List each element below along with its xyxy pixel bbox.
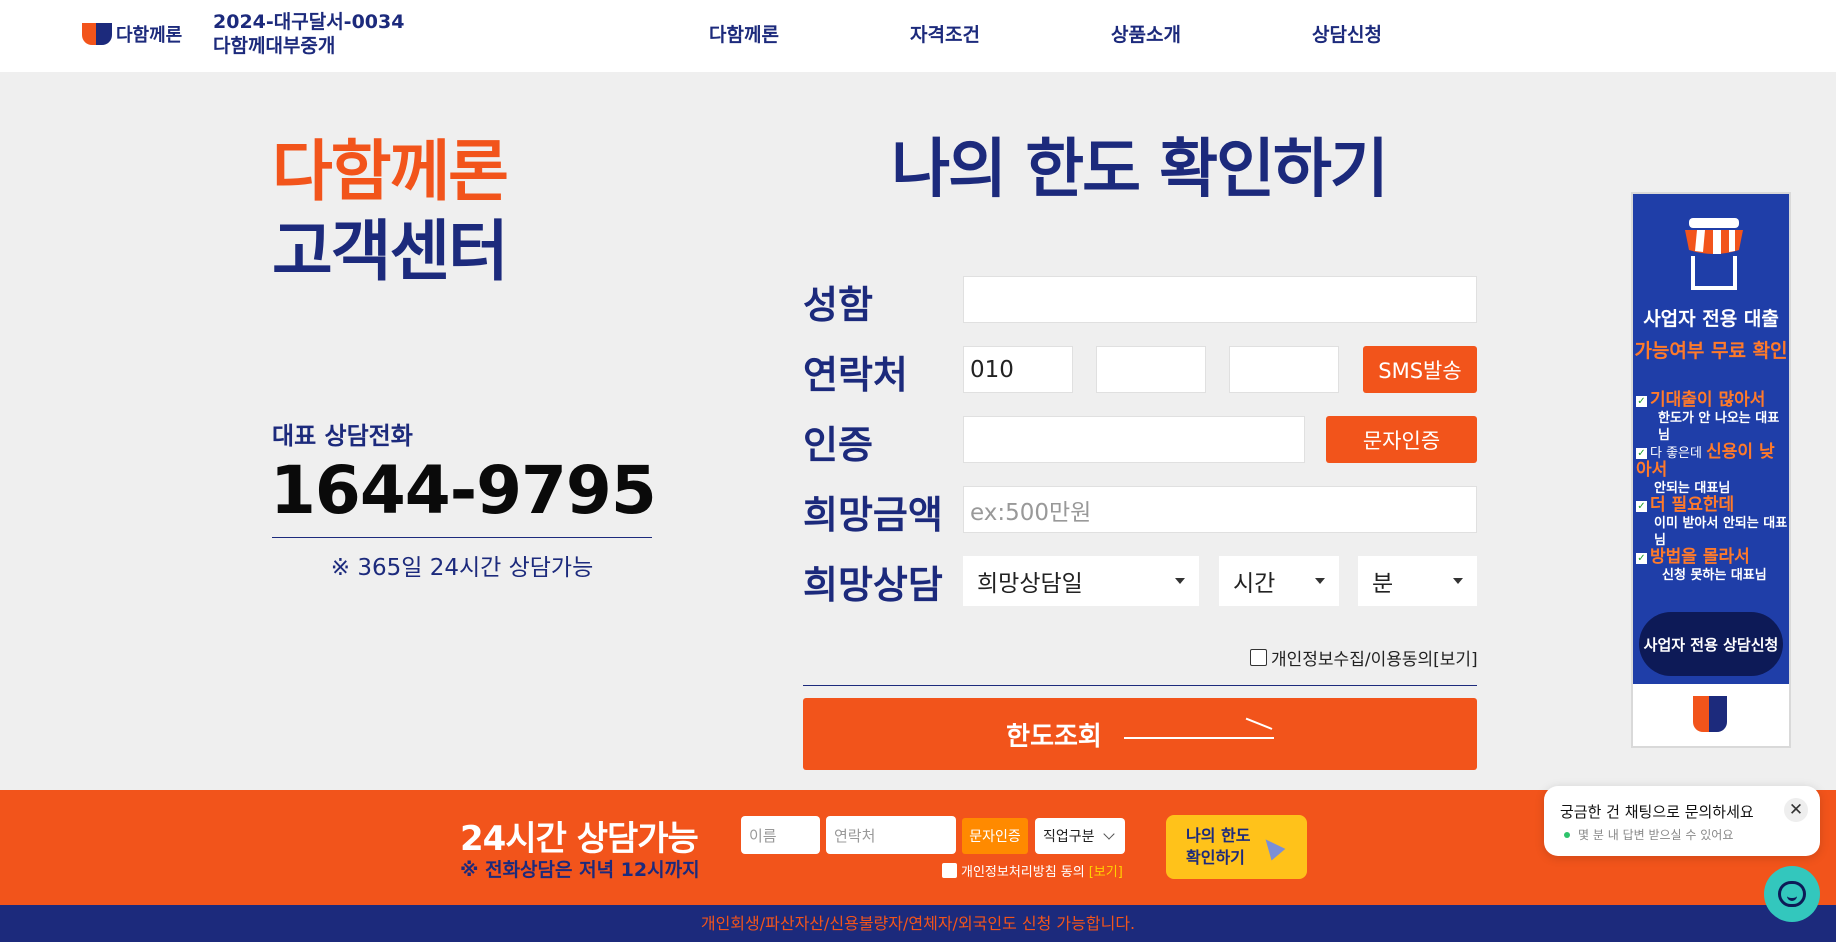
business-loan-banner[interactable]: 사업자 전용 대출 가능여부 무료 확인 ✓ 기대출이 많아서 한도가 안 나오는… [1631, 192, 1791, 748]
form-title: 나의 한도 확인하기 [891, 133, 1389, 207]
business-consult-button[interactable]: 사업자 전용 상담신청 [1639, 612, 1783, 676]
quick-auth-button[interactable]: 문자인증 [962, 818, 1028, 854]
phone-label: 대표 상담전화 [272, 422, 413, 450]
site-logo[interactable]: 다함께론 [82, 21, 182, 47]
schedule-label: 희망상담 [803, 563, 943, 607]
banner-subtitle: 가능여부 무료 확인 [1634, 340, 1788, 362]
storefront-icon [1685, 218, 1743, 290]
nav-item-eligibility[interactable]: 자격조건 [910, 20, 980, 47]
site-header: 다함께론 2024-대구달서-0034 다함께대부중개 다함께론 자격조건 상품… [0, 0, 1836, 72]
checkbox-icon: ✓ [1636, 501, 1647, 512]
banner-logo [1633, 684, 1789, 746]
hour-select[interactable]: 시간 [1219, 556, 1339, 606]
job-select-value: 직업구분 [1043, 829, 1095, 845]
company-name: 다함께대부중개 [213, 35, 336, 57]
brand-subtitle: 고객센터 [272, 213, 509, 290]
nav-item-consult[interactable]: 상담신청 [1312, 20, 1382, 47]
contact-label: 연락처 [803, 353, 908, 397]
nav-item-home[interactable]: 다함께론 [709, 20, 779, 47]
strip-title: 24시간 상담가능 [460, 819, 699, 859]
cta-line1: 나의 한도 [1186, 826, 1251, 845]
name-input[interactable] [963, 276, 1477, 323]
close-icon[interactable]: ✕ [1784, 798, 1808, 822]
phone-note: ※ 365일 24시간 상담가능 [330, 555, 594, 581]
limit-check-label: 한도조회 [1006, 721, 1102, 752]
auth-verify-button[interactable]: 문자인증 [1326, 416, 1477, 463]
banner-item: ✓ 기대출이 많아서 한도가 안 나오는 대표님 [1636, 390, 1780, 443]
name-label: 성함 [803, 283, 873, 327]
consent-label[interactable]: 개인정보수집/이용동의[보기] [1271, 645, 1478, 670]
chat-launcher-button[interactable] [1764, 866, 1820, 922]
phone-middle-input[interactable] [1096, 346, 1206, 393]
eligibility-footer: 개인회생/파산자산/신용불량자/연체자/외국인도 신청 가능합니다. [0, 905, 1836, 942]
consent-checkbox[interactable] [1250, 649, 1267, 666]
chat-popup-subtitle: 몇 분 내 답변 받으실 수 있어요 [1564, 826, 1733, 843]
strip-subtitle: ※ 전화상담은 저녁 12시까지 [460, 859, 700, 881]
amount-input[interactable]: ex:500만원 [963, 486, 1477, 533]
phone-number[interactable]: 1644-9795 [270, 452, 657, 529]
phone-last-input[interactable] [1229, 346, 1339, 393]
online-dot-icon [1564, 831, 1570, 838]
checkbox-icon: ✓ [1636, 553, 1647, 564]
banner-item: ✓ 방법을 몰라서 신청 못하는 대표님 [1636, 547, 1767, 583]
quick-limit-check-button[interactable]: 나의 한도 확인하기 [1166, 815, 1307, 879]
caret-down-icon [1175, 578, 1185, 584]
date-select[interactable]: 희망상담일 [963, 556, 1199, 606]
chat-popup-title: 궁금한 건 채팅으로 문의하세요 [1560, 803, 1754, 821]
job-select[interactable]: 직업구분 [1035, 818, 1125, 854]
hour-select-value: 시간 [1233, 571, 1276, 597]
divider [272, 537, 652, 538]
limit-check-button[interactable]: 한도조회 [803, 698, 1477, 770]
quick-consent-view-link[interactable]: [보기] [1089, 861, 1123, 880]
logo-text: 다함께론 [116, 25, 183, 46]
chevron-down-icon [1103, 828, 1115, 840]
sms-send-button[interactable]: SMS발송 [1363, 346, 1477, 393]
quick-consent-checkbox[interactable] [942, 863, 957, 878]
quick-privacy-consent[interactable]: 개인정보처리방침 동의 [보기] [942, 861, 1123, 880]
registration-info: 2024-대구달서-0034 다함께대부중개 [213, 10, 404, 58]
cursor-icon [1258, 833, 1286, 861]
quick-consent-label[interactable]: 개인정보처리방침 동의 [961, 861, 1085, 880]
caret-down-icon [1453, 578, 1463, 584]
chat-bubble-icon [1778, 881, 1806, 907]
banner-title: 사업자 전용 대출 [1643, 308, 1779, 330]
minute-select-value: 분 [1372, 571, 1394, 597]
date-select-value: 희망상담일 [977, 571, 1083, 597]
amount-label: 희망금액 [803, 493, 943, 537]
minute-select[interactable]: 분 [1358, 556, 1477, 606]
divider [803, 685, 1477, 686]
registration-number: 2024-대구달서-0034 [213, 11, 405, 33]
auth-code-input[interactable] [963, 416, 1305, 463]
quick-name-input[interactable]: 이름 [741, 816, 820, 854]
checkbox-icon: ✓ [1636, 448, 1647, 459]
nav-item-products[interactable]: 상품소개 [1111, 20, 1181, 47]
privacy-consent[interactable]: 개인정보수집/이용동의[보기] [1250, 645, 1478, 670]
banner-item: ✓ 더 필요한데 이미 받아서 안되는 대표님 [1636, 495, 1788, 548]
logo-mark-icon [82, 23, 112, 45]
phone-prefix-input[interactable]: 010 [963, 346, 1073, 393]
chat-popup[interactable]: 궁금한 건 채팅으로 문의하세요 몇 분 내 답변 받으실 수 있어요 ✕ [1544, 786, 1820, 856]
caret-down-icon [1315, 578, 1325, 584]
checkbox-icon: ✓ [1636, 396, 1647, 407]
banner-item: ✓ 다 좋은데 신용이 낮아서 안되는 대표님 [1636, 442, 1775, 496]
cta-line2: 확인하기 [1186, 848, 1245, 867]
auth-label: 인증 [803, 423, 873, 467]
quick-contact-input[interactable]: 연락처 [826, 816, 956, 854]
arrow-right-icon [1123, 717, 1274, 744]
